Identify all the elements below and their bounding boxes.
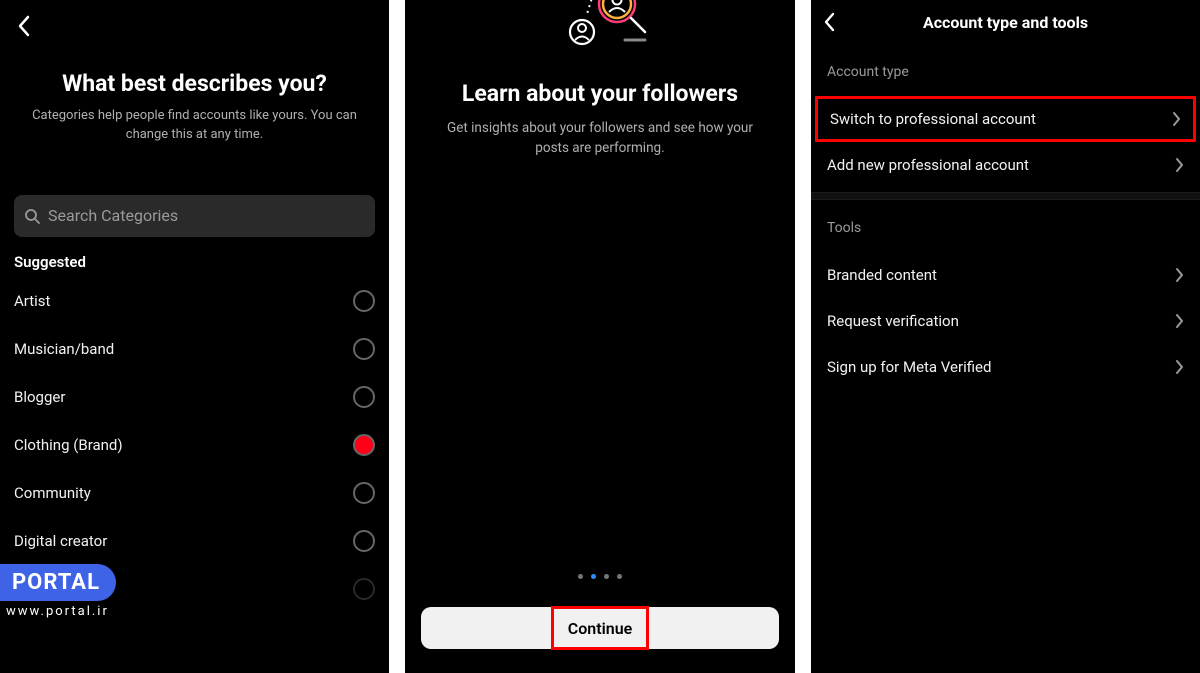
page-dot bbox=[578, 574, 583, 579]
screen-categories: What best describes you? Categories help… bbox=[0, 0, 389, 673]
setting-label: Branded content bbox=[827, 266, 937, 284]
radio-unselected-icon bbox=[353, 338, 375, 360]
page-subtitle: Categories help people find accounts lik… bbox=[14, 107, 375, 145]
chevron-right-icon bbox=[1175, 157, 1184, 173]
search-placeholder: Search Categories bbox=[48, 206, 178, 225]
category-row[interactable]: Artist bbox=[14, 277, 375, 325]
radio-unselected-icon bbox=[353, 530, 375, 552]
header: Account type and tools bbox=[811, 0, 1200, 44]
search-icon bbox=[24, 208, 40, 224]
section-divider bbox=[811, 192, 1200, 200]
back-button[interactable] bbox=[823, 12, 835, 32]
section-tools-label: Tools bbox=[811, 200, 1200, 252]
continue-button[interactable]: Continue bbox=[421, 607, 779, 649]
radio-unselected-icon bbox=[353, 290, 375, 312]
page-dot bbox=[617, 574, 622, 579]
row-switch-professional[interactable]: Switch to professional account bbox=[818, 99, 1193, 139]
header-title: Account type and tools bbox=[811, 13, 1200, 32]
row-branded-content[interactable]: Branded content bbox=[811, 252, 1200, 298]
setting-label: Request verification bbox=[827, 312, 959, 330]
setting-label: Sign up for Meta Verified bbox=[827, 358, 991, 376]
setting-label: Add new professional account bbox=[827, 156, 1029, 174]
setting-label: Switch to professional account bbox=[830, 110, 1036, 128]
chevron-right-icon bbox=[1175, 313, 1184, 329]
category-row[interactable]: Community bbox=[14, 469, 375, 517]
category-label: Artist bbox=[14, 292, 50, 310]
watermark-badge: PORTAL bbox=[0, 564, 116, 601]
chevron-right-icon bbox=[1175, 359, 1184, 375]
page-indicator bbox=[405, 574, 795, 579]
category-row[interactable]: Blogger bbox=[14, 373, 375, 421]
search-input[interactable]: Search Categories bbox=[14, 195, 375, 237]
category-label: Musician/band bbox=[14, 340, 114, 358]
continue-button-label: Continue bbox=[568, 619, 632, 638]
category-label: Community bbox=[14, 484, 91, 502]
followers-illustration bbox=[405, 0, 795, 56]
radio-unselected-icon bbox=[353, 578, 375, 600]
page-title: What best describes you? bbox=[14, 70, 375, 97]
radio-unselected-icon bbox=[353, 482, 375, 504]
radio-selected-icon bbox=[353, 434, 375, 456]
suggested-heading: Suggested bbox=[14, 253, 375, 271]
radio-unselected-icon bbox=[353, 386, 375, 408]
category-label: Clothing (Brand) bbox=[14, 436, 123, 454]
chevron-right-icon bbox=[1175, 267, 1184, 283]
category-row[interactable]: Digital creator bbox=[14, 517, 375, 565]
chevron-right-icon bbox=[1172, 111, 1181, 127]
row-request-verification[interactable]: Request verification bbox=[811, 298, 1200, 344]
screen-account-type-tools: Account type and tools Account type Swit… bbox=[811, 0, 1200, 673]
page-subtitle: Get insights about your followers and se… bbox=[405, 119, 795, 158]
page-dot bbox=[604, 574, 609, 579]
category-label: Digital creator bbox=[14, 532, 107, 550]
row-add-professional[interactable]: Add new professional account bbox=[811, 142, 1200, 188]
category-row[interactable]: Musician/band bbox=[14, 325, 375, 373]
section-account-type-label: Account type bbox=[811, 44, 1200, 96]
row-meta-verified[interactable]: Sign up for Meta Verified bbox=[811, 344, 1200, 390]
page-title: Learn about your followers bbox=[405, 80, 795, 107]
back-button[interactable] bbox=[12, 14, 36, 38]
watermark-url: www.portal.ir bbox=[6, 604, 109, 619]
category-label: Blogger bbox=[14, 388, 65, 406]
category-row[interactable]: Clothing (Brand) bbox=[14, 421, 375, 469]
page-dot-active bbox=[591, 574, 596, 579]
screen-learn-followers: Learn about your followers Get insights … bbox=[405, 0, 795, 673]
highlight-annotation: Switch to professional account bbox=[815, 96, 1196, 142]
